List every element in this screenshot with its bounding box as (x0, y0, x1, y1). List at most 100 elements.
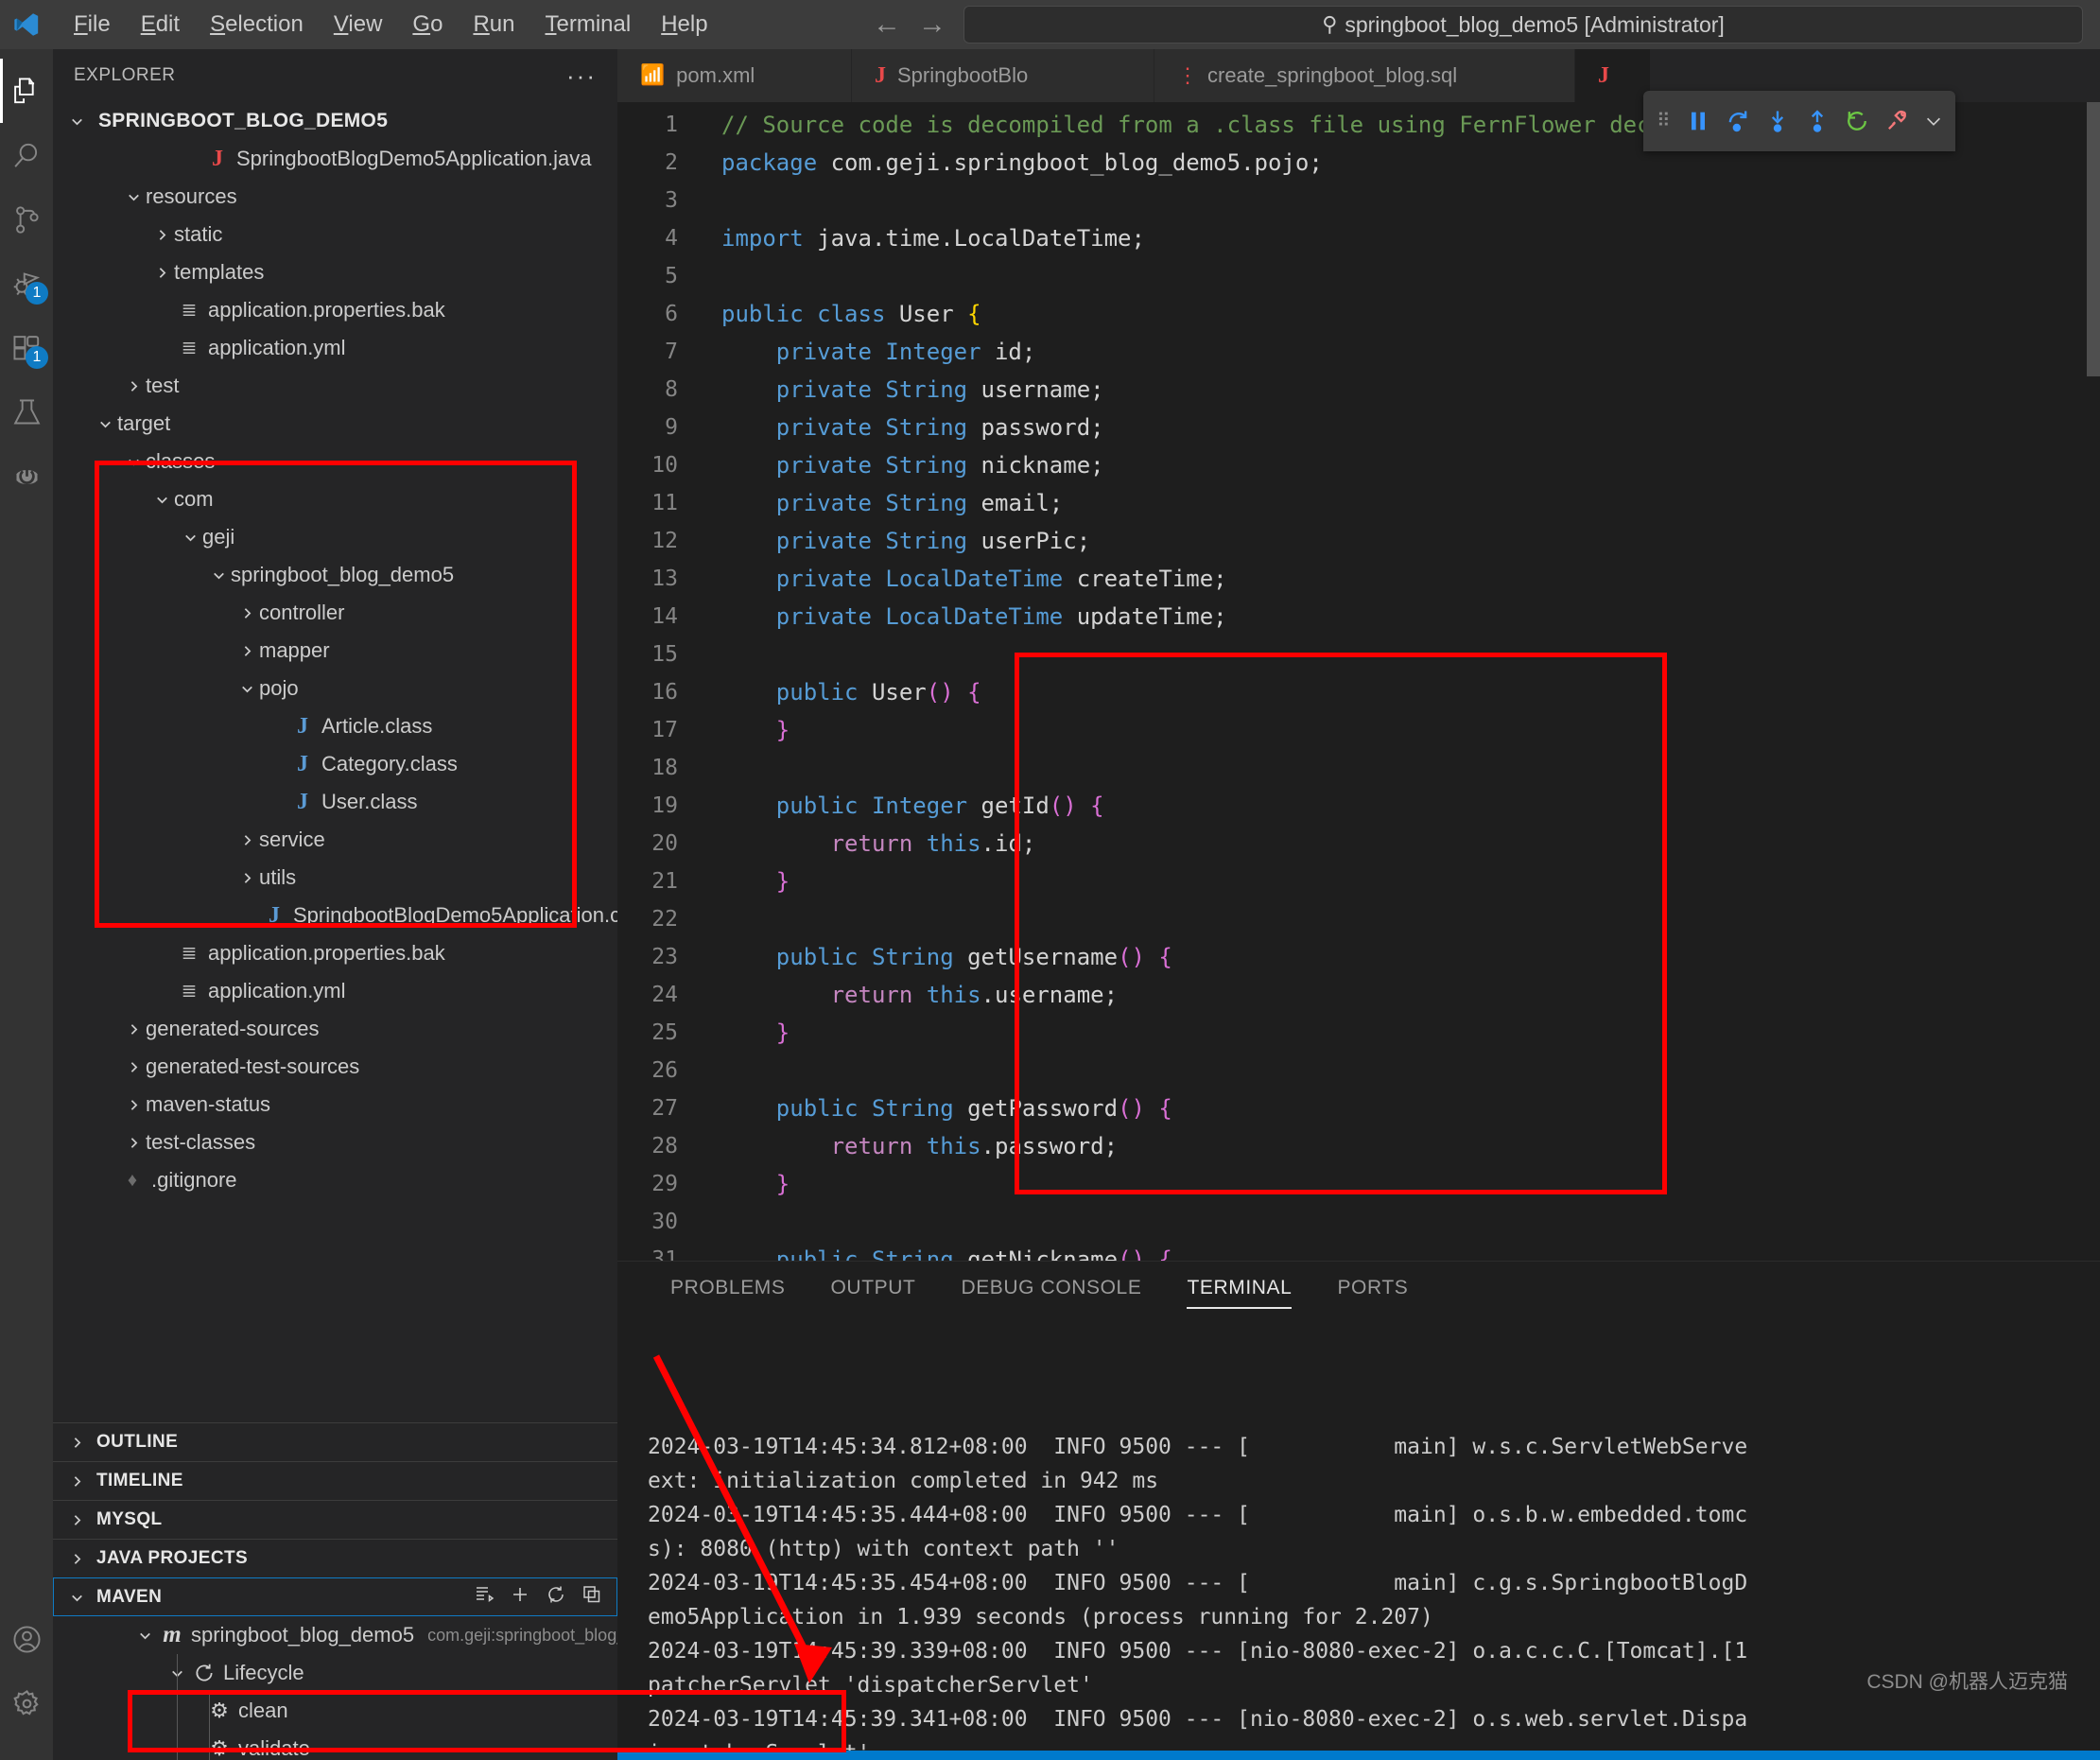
maven-m-icon: m (163, 1622, 182, 1647)
editor-tab-pom-xml[interactable]: 📶 pom.xml (617, 49, 852, 102)
tree-item[interactable]: maven-status (53, 1086, 617, 1124)
tree-item[interactable]: controller (53, 594, 617, 632)
grip-icon[interactable]: ⠿ (1657, 112, 1672, 131)
maven-explorer-icon[interactable] (474, 1584, 495, 1611)
step-over-button[interactable] (1725, 108, 1751, 134)
tree-item-label: controller (259, 601, 345, 624)
panel-tab-output[interactable]: OUTPUT (808, 1262, 939, 1315)
menu-go[interactable]: Go (399, 8, 456, 42)
tree-item[interactable]: classes (53, 443, 617, 480)
pause-button[interactable] (1685, 108, 1711, 134)
tree-item[interactable]: J SpringbootBlogDemo5Application.class (53, 897, 617, 934)
tree-item[interactable]: templates (53, 253, 617, 291)
tree-item[interactable]: J Category.class (53, 745, 617, 783)
tree-item[interactable]: com (53, 480, 617, 518)
collapse-all-icon[interactable] (581, 1584, 602, 1611)
editor-tab-user-class[interactable]: J (1575, 49, 1651, 102)
menu-terminal[interactable]: Terminal (531, 8, 644, 42)
tree-item[interactable]: generated-test-sources (53, 1048, 617, 1086)
tree-item[interactable]: resources (53, 178, 617, 216)
tree-item[interactable]: target (53, 405, 617, 443)
tree-item[interactable]: ♦ .gitignore (53, 1161, 617, 1199)
tree-item[interactable]: springboot_blog_demo5 (53, 556, 617, 594)
step-into-button[interactable] (1764, 108, 1791, 134)
editor-tab-springboot-application[interactable]: J SpringbootBlo (852, 49, 1154, 102)
tree-item[interactable]: J User.class (53, 783, 617, 821)
maven-project-row[interactable]: m springboot_blog_demo5 com.geji:springb… (53, 1616, 617, 1654)
chevron-right-icon (149, 227, 174, 243)
sidebar-section-timeline[interactable]: TIMELINE (53, 1461, 617, 1500)
tree-item[interactable]: ≣ application.yml (53, 972, 617, 1010)
menu-help[interactable]: Help (648, 8, 720, 42)
editor-scrollbar[interactable] (2087, 102, 2100, 1261)
tree-item[interactable]: J SpringbootBlogDemo5Application.java (53, 140, 617, 178)
tree-item[interactable]: generated-sources (53, 1010, 617, 1048)
menu-selection[interactable]: Selection (197, 8, 317, 42)
step-out-button[interactable] (1804, 108, 1831, 134)
explorer-root-folder-row[interactable]: SPRINGBOOT_BLOG_DEMO5 (53, 102, 617, 140)
lifecycle-refresh-icon (189, 1662, 219, 1684)
panel-tab-problems[interactable]: PROBLEMS (648, 1262, 808, 1315)
code-text: public String getUsername() { (775, 944, 1172, 970)
activity-source-control[interactable] (0, 187, 53, 252)
panel-tab-terminal[interactable]: TERMINAL (1164, 1262, 1314, 1315)
maven-lifecycle-row[interactable]: Lifecycle (53, 1654, 617, 1692)
line-number: 13 (651, 566, 678, 591)
tree-item[interactable]: ≣ application.properties.bak (53, 934, 617, 972)
code-text: return this.username; (830, 982, 1119, 1008)
file-tree[interactable]: J SpringbootBlogDemo5Application.java reso… (53, 140, 617, 1422)
debug-toolbar[interactable]: ⠿ (1643, 91, 1955, 151)
tab-label: SpringbootBlo (897, 63, 1029, 87)
sidebar-section-maven[interactable]: MAVEN (53, 1577, 617, 1616)
add-icon[interactable] (510, 1584, 530, 1611)
sidebar-title-bar: EXPLORER ··· (53, 49, 617, 102)
maven-goal-validate[interactable]: ⚙ validate (53, 1730, 617, 1760)
tree-item-label: SpringbootBlogDemo5Application.class (293, 903, 617, 927)
activity-spring-boot-dashboard[interactable] (0, 444, 53, 509)
tree-item[interactable]: utils (53, 859, 617, 897)
activity-extensions[interactable]: 1 (0, 316, 53, 380)
menu-file[interactable]: File (61, 8, 124, 42)
menu-view[interactable]: View (321, 8, 396, 42)
maven-tree[interactable]: m springboot_blog_demo5 com.geji:springb… (53, 1616, 617, 1760)
tree-item[interactable]: J Article.class (53, 707, 617, 745)
sidebar-more-actions-button[interactable]: ··· (566, 61, 597, 91)
activity-explorer[interactable] (0, 59, 53, 123)
sidebar-section-mysql[interactable]: MYSQL (53, 1500, 617, 1539)
tree-item[interactable]: static (53, 216, 617, 253)
navigate-forward-icon[interactable]: → (918, 10, 946, 39)
panel-tab-debug-console[interactable]: DEBUG CONSOLE (938, 1262, 1164, 1315)
menu-edit[interactable]: Edit (128, 8, 193, 42)
activity-search[interactable] (0, 123, 53, 187)
tree-item[interactable]: service (53, 821, 617, 859)
activity-run-and-debug[interactable]: 1 (0, 252, 53, 316)
code-line: 14 private LocalDateTime updateTime; (617, 598, 2100, 636)
menu-run[interactable]: Run (460, 8, 528, 42)
restart-button[interactable] (1844, 108, 1870, 134)
activity-testing[interactable] (0, 380, 53, 444)
tree-item[interactable]: ≣ application.properties.bak (53, 291, 617, 329)
tree-item[interactable]: pojo (53, 670, 617, 707)
editor-tab-create-springboot-blog-sql[interactable]: ⋮ create_springboot_blog.sql (1154, 49, 1575, 102)
tree-item-label: springboot_blog_demo5 (231, 563, 455, 586)
refresh-icon[interactable] (546, 1584, 566, 1611)
sidebar-section-outline[interactable]: OUTLINE (53, 1422, 617, 1461)
line-number: 31 (651, 1247, 678, 1261)
tree-item[interactable]: mapper (53, 632, 617, 670)
tree-item[interactable]: ≣ application.yml (53, 329, 617, 367)
panel-tab-ports[interactable]: PORTS (1314, 1262, 1431, 1315)
tree-item[interactable]: test (53, 367, 617, 405)
quick-input-bar[interactable]: ⚲ springboot_blog_demo5 [Administrator] (963, 6, 2083, 44)
tree-item[interactable]: test-classes (53, 1124, 617, 1161)
sidebar-section-java-projects[interactable]: JAVA PROJECTS (53, 1539, 617, 1577)
terminal-output[interactable]: CSDN @机器人迈克猫 2024-03-19T14:45:34.812+08:… (617, 1315, 2100, 1751)
maven-goal-clean[interactable]: ⚙ clean (53, 1692, 617, 1730)
navigate-back-icon[interactable]: ← (873, 10, 901, 39)
activity-accounts[interactable] (0, 1607, 53, 1671)
disconnect-button[interactable] (1883, 108, 1910, 134)
tree-item[interactable]: geji (53, 518, 617, 556)
chevron-down-icon[interactable] (1923, 111, 1944, 131)
activity-manage-gear[interactable] (0, 1671, 53, 1735)
code-editor[interactable]: 1// Source code is decompiled from a .cl… (617, 102, 2100, 1261)
